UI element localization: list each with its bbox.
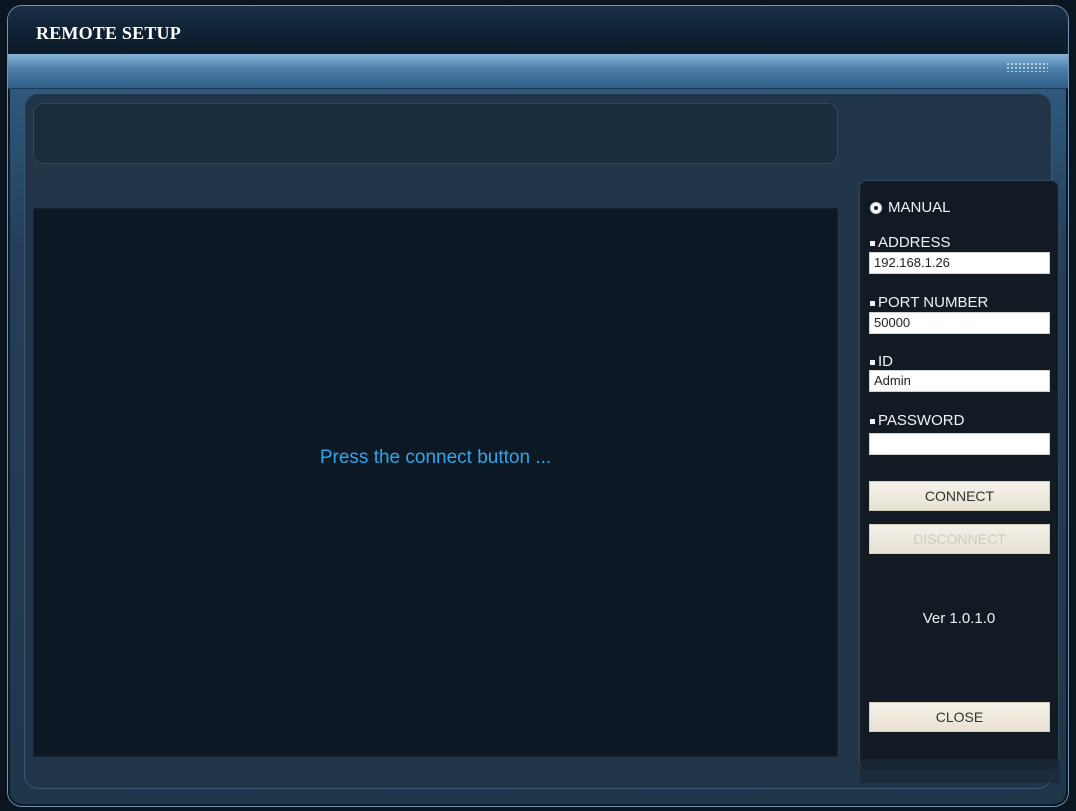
bullet-icon (870, 300, 875, 306)
port-label: PORT NUMBER (878, 294, 989, 311)
manual-mode-label: MANUAL (888, 199, 951, 216)
remote-setup-window: REMOTE SETUP Press the connect button ..… (8, 6, 1068, 806)
panel-base (860, 759, 1060, 783)
version-text: Ver 1.0.1.0 (922, 610, 996, 627)
port-label-row: PORT NUMBER (870, 295, 988, 311)
manual-mode-option[interactable]: MANUAL (870, 200, 951, 216)
titlebar-stripe (8, 54, 1068, 89)
connect-button[interactable]: CONNECT (869, 481, 1050, 511)
top-panel (33, 103, 838, 164)
id-label-row: ID (870, 354, 893, 370)
radio-selected-icon[interactable] (870, 202, 882, 214)
port-field[interactable]: 50000 (869, 312, 1050, 334)
bullet-icon (870, 418, 875, 424)
address-field[interactable]: 192.168.1.26 (869, 252, 1050, 274)
id-field[interactable]: Admin (869, 370, 1050, 392)
status-message: Press the connect button ... (319, 447, 552, 468)
password-label: PASSWORD (878, 412, 965, 429)
main-view: Press the connect button ... (33, 208, 838, 757)
password-label-row: PASSWORD (870, 413, 964, 429)
disconnect-button[interactable]: DISCONNECT (869, 524, 1050, 554)
bullet-icon (870, 240, 875, 246)
address-label: ADDRESS (878, 234, 951, 251)
bullet-icon (870, 359, 875, 365)
window-title: REMOTE SETUP (36, 23, 181, 43)
id-label: ID (878, 353, 893, 370)
connection-panel: MANUAL ADDRESS 192.168.1.26 PORT NUMBER … (859, 180, 1059, 771)
close-button[interactable]: CLOSE (869, 702, 1050, 732)
resize-grip-icon[interactable] (1006, 62, 1048, 72)
password-field[interactable] (869, 433, 1050, 455)
address-label-row: ADDRESS (870, 235, 951, 251)
content-area: Press the connect button ... MANUAL ADDR… (24, 93, 1059, 789)
window-titlebar: REMOTE SETUP (8, 6, 1068, 55)
